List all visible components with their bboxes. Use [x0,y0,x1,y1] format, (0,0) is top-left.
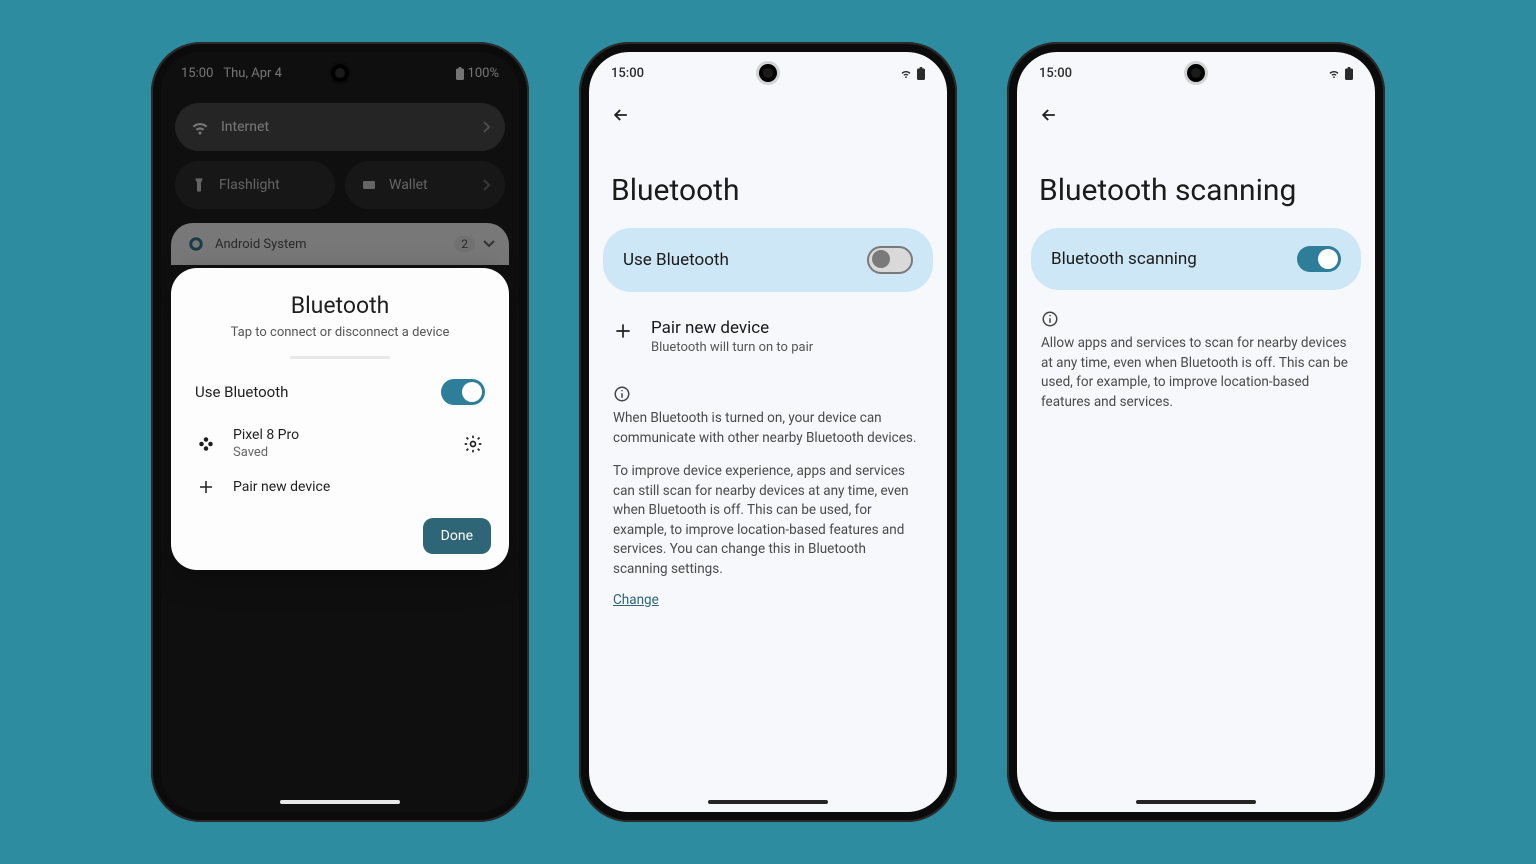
battery-icon [1345,67,1353,80]
plus-icon [613,318,633,341]
bluetooth-scanning-card[interactable]: Bluetooth scanning [1031,228,1361,290]
arrow-left-icon [611,105,631,125]
use-bluetooth-toggle[interactable] [441,379,485,405]
back-button[interactable] [607,101,635,129]
page-title: Bluetooth [611,173,925,208]
pair-title: Pair new device [651,318,813,338]
bluetooth-sheet: Bluetooth Tap to connect or disconnect a… [171,268,509,570]
pair-subtitle: Bluetooth will turn on to pair [651,340,813,355]
status-time: 15:00 [611,66,644,81]
divider [290,356,390,359]
phone-scanning-settings: 15:00 Bluetooth scanning Bluetooth scann… [1007,42,1385,822]
status-time: 15:00 [1039,66,1072,81]
nav-handle[interactable] [280,800,400,804]
wifi-icon [1327,68,1341,79]
device-settings-button[interactable] [461,434,485,454]
info-icon [1041,310,1351,328]
page-title: Bluetooth scanning [1039,173,1353,208]
nav-handle[interactable] [1136,800,1256,804]
back-button[interactable] [1035,101,1063,129]
info-icon [613,385,923,403]
device-status: Saved [233,445,445,460]
sheet-title: Bluetooth [189,292,491,319]
paired-device-row[interactable]: Pixel 8 Pro Saved [189,419,491,468]
pair-label: Pair new device [233,479,485,495]
change-link[interactable]: Change [613,592,659,608]
battery-icon [917,67,925,80]
info-text-1: When Bluetooth is turned on, your device… [613,409,923,448]
info-text: Allow apps and services to scan for near… [1041,334,1351,412]
gear-icon [463,434,483,454]
use-bluetooth-card[interactable]: Use Bluetooth [603,228,933,292]
nav-handle[interactable] [708,800,828,804]
device-icon [195,435,217,453]
use-bluetooth-label: Use Bluetooth [195,383,425,401]
pair-new-device-row[interactable]: Pair new device [189,468,491,510]
done-button[interactable]: Done [423,518,491,554]
device-name: Pixel 8 Pro [233,427,445,443]
card-label: Bluetooth scanning [1051,249,1197,269]
card-label: Use Bluetooth [623,250,729,270]
camera-hole [759,64,777,82]
sheet-subtitle: Tap to connect or disconnect a device [189,325,491,340]
camera-hole [331,64,349,82]
info-text-2: To improve device experience, apps and s… [613,462,923,579]
pair-new-device-row[interactable]: Pair new device Bluetooth will turn on t… [589,302,947,371]
arrow-left-icon [1039,105,1059,125]
phone-quicksettings: 15:00 Thu, Apr 4 100% Internet Flashligh… [151,42,529,822]
use-bluetooth-row[interactable]: Use Bluetooth [189,365,491,419]
camera-hole [1187,64,1205,82]
use-bluetooth-toggle[interactable] [867,246,913,274]
phone-bluetooth-settings: 15:00 Bluetooth Use Bluetooth Pair new d… [579,42,957,822]
wifi-icon [899,68,913,79]
plus-icon [195,478,217,496]
bluetooth-scanning-toggle[interactable] [1297,246,1341,272]
